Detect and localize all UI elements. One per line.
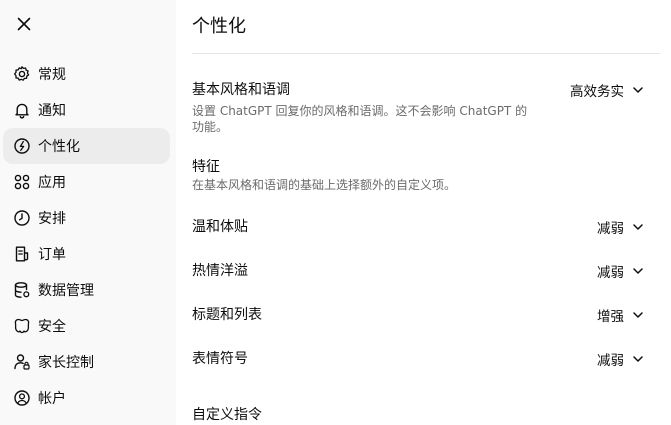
page-title: 个性化: [192, 16, 246, 37]
personalization-icon: [13, 137, 31, 155]
sidebar-item-label: 安排: [38, 211, 66, 227]
bell-icon: [13, 101, 31, 119]
trait-label: 热情洋溢: [192, 263, 248, 279]
traits-description: 在基本风格和语调的基础上选择额外的自定义项。: [192, 178, 457, 192]
close-icon[interactable]: [14, 14, 34, 34]
base-style-row: 基本风格和语调 设置 ChatGPT 回复你的风格和语调。这不会影响 ChatG…: [192, 79, 660, 135]
sidebar-item-label: 通知: [38, 103, 66, 119]
custom-instructions-title: 自定义指令: [192, 407, 262, 423]
trait-row-emoji: 表情符号 减弱: [192, 348, 660, 369]
sidebar-item-label: 帐户: [38, 391, 66, 407]
sidebar-item-account[interactable]: 帐户: [3, 380, 170, 416]
sidebar-item-orders[interactable]: 订单: [3, 236, 170, 272]
base-style-select[interactable]: 高效务实: [570, 80, 644, 100]
chevron-down-icon: [632, 221, 644, 233]
sidebar-item-label: 应用: [38, 175, 66, 191]
receipt-icon: [13, 245, 31, 263]
trait-select[interactable]: 减弱: [597, 217, 644, 237]
traits-title: 特征: [192, 159, 220, 175]
trait-label: 表情符号: [192, 351, 248, 367]
database-icon: [13, 281, 31, 299]
settings-panel: 个性化 基本风格和语调 设置 ChatGPT 回复你的风格和语调。这不会影响 C…: [192, 0, 660, 425]
trait-row-headers-lists: 标题和列表 增强: [192, 304, 660, 325]
divider: [192, 53, 660, 54]
sidebar-item-notifications[interactable]: 通知: [3, 92, 170, 128]
sidebar-item-parental-controls[interactable]: 家长控制: [3, 344, 170, 380]
trait-row-enthusiasm: 热情洋溢 减弱: [192, 260, 660, 281]
chevron-down-icon: [632, 353, 644, 365]
sidebar-item-label: 个性化: [38, 139, 80, 155]
sidebar-item-general[interactable]: 常规: [3, 56, 170, 92]
trait-value: 减弱: [597, 265, 624, 281]
trait-select[interactable]: 减弱: [597, 349, 644, 369]
base-style-value: 高效务实: [570, 84, 624, 100]
trait-value: 减弱: [597, 221, 624, 237]
trait-select[interactable]: 增强: [597, 305, 644, 325]
base-style-description: 设置 ChatGPT 回复你的风格和语调。这不会影响 ChatGPT 的功能。: [192, 104, 528, 134]
trait-label: 温和体贴: [192, 219, 248, 235]
sidebar-item-personalization[interactable]: 个性化: [3, 128, 170, 164]
sidebar-item-label: 安全: [38, 319, 66, 335]
trait-select[interactable]: 减弱: [597, 261, 644, 281]
chevron-down-icon: [632, 84, 644, 96]
account-icon: [13, 389, 31, 407]
traits-section: 特征 在基本风格和语调的基础上选择额外的自定义项。: [192, 156, 660, 193]
trait-label: 标题和列表: [192, 307, 262, 323]
clock-icon: [13, 209, 31, 227]
chevron-down-icon: [632, 309, 644, 321]
sidebar-item-label: 数据管理: [38, 283, 94, 299]
parental-control-icon: [13, 353, 31, 371]
sidebar-item-label: 常规: [38, 67, 66, 83]
trait-value: 减弱: [597, 353, 624, 369]
gear-icon: [13, 65, 31, 83]
settings-nav: 常规 通知 个性化 应用 安排 订单 数据管理 安全 家长控制 帐户: [3, 56, 170, 416]
sidebar-item-data-controls[interactable]: 数据管理: [3, 272, 170, 308]
sidebar-item-security[interactable]: 安全: [3, 308, 170, 344]
trait-value: 增强: [597, 309, 624, 325]
chevron-down-icon: [632, 265, 644, 277]
trait-row-warmth: 温和体贴 减弱: [192, 216, 660, 237]
settings-sidebar: 常规 通知 个性化 应用 安排 订单 数据管理 安全 家长控制 帐户: [0, 0, 176, 425]
sidebar-item-label: 家长控制: [38, 355, 94, 371]
apps-grid-icon: [13, 173, 31, 191]
sidebar-item-label: 订单: [38, 247, 66, 263]
sidebar-item-apps[interactable]: 应用: [3, 164, 170, 200]
sidebar-item-schedule[interactable]: 安排: [3, 200, 170, 236]
shield-icon: [13, 317, 31, 335]
custom-instructions-section: 自定义指令: [192, 404, 660, 424]
